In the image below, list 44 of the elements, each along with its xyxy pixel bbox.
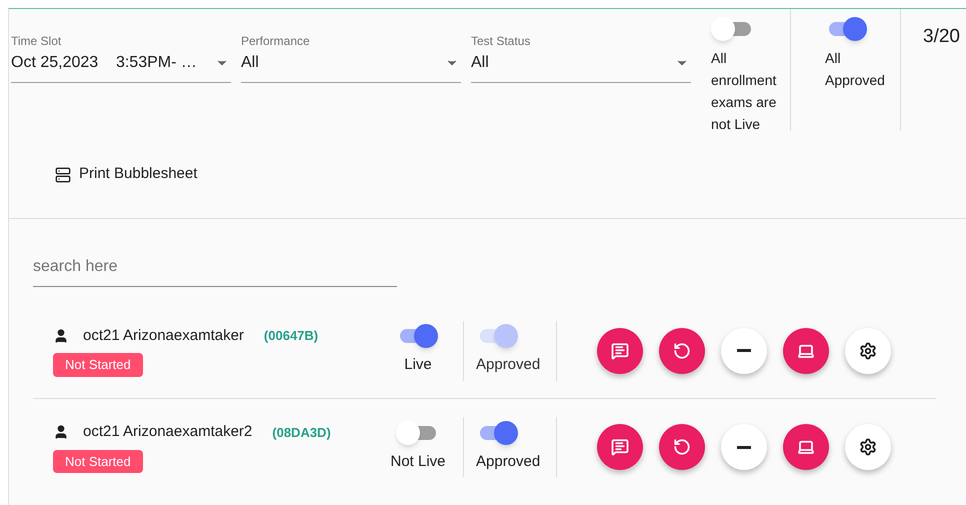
reset-button[interactable] xyxy=(659,424,706,470)
field-label: Test Status xyxy=(471,33,532,49)
laptop-button[interactable] xyxy=(783,424,830,470)
student-name: oct21 Arizonaexamtaker xyxy=(83,326,244,346)
person-icon xyxy=(53,424,69,440)
reset-icon xyxy=(673,342,692,360)
settings-icon xyxy=(859,438,878,456)
toggle-label: Not Live xyxy=(390,452,446,472)
student-code: (08DA3D) xyxy=(272,424,331,442)
settings-button[interactable] xyxy=(845,328,892,374)
select-field[interactable]: Test Status All xyxy=(471,33,691,83)
toggle-label: All enrollment exams are not Live xyxy=(711,49,778,134)
print-button[interactable]: Print Bubblesheet xyxy=(53,159,200,190)
status-badge: Not Started xyxy=(53,450,143,473)
message-icon xyxy=(611,438,630,456)
toggle-label: All Approved xyxy=(825,49,886,90)
laptop-button[interactable] xyxy=(783,328,830,374)
reset-button[interactable] xyxy=(659,328,706,374)
student-code: (00647B) xyxy=(264,327,318,345)
toggle-label: Approved xyxy=(476,355,540,376)
toggle-label: Live xyxy=(404,355,432,376)
print-icon xyxy=(55,166,71,182)
person-icon xyxy=(53,328,69,344)
minus-icon xyxy=(737,349,752,352)
toggle-label: Approved xyxy=(476,452,540,472)
message-button[interactable] xyxy=(597,424,644,470)
student-name: oct21 Arizonaexamtaker2 xyxy=(83,422,252,442)
message-icon xyxy=(611,342,630,360)
settings-icon xyxy=(859,342,878,360)
search-field[interactable]: search here xyxy=(33,247,397,287)
field-value: All xyxy=(471,53,489,73)
select-field[interactable]: Performance All xyxy=(241,33,461,83)
minus-icon xyxy=(737,446,752,448)
select-field[interactable]: Time Slot Oct 25,2023 3:53PM- … xyxy=(11,33,231,83)
field-label: Performance xyxy=(241,33,311,49)
status-badge: Not Started xyxy=(53,353,143,376)
message-button[interactable] xyxy=(597,328,644,374)
laptop-icon xyxy=(797,438,816,456)
field-label: Time Slot xyxy=(11,33,62,49)
field-value: All xyxy=(241,53,259,73)
counter: 3/20 xyxy=(923,25,960,47)
reset-icon xyxy=(673,438,692,456)
settings-button[interactable] xyxy=(845,424,892,470)
field-value: Oct 25,2023 3:53PM- … xyxy=(11,53,197,73)
